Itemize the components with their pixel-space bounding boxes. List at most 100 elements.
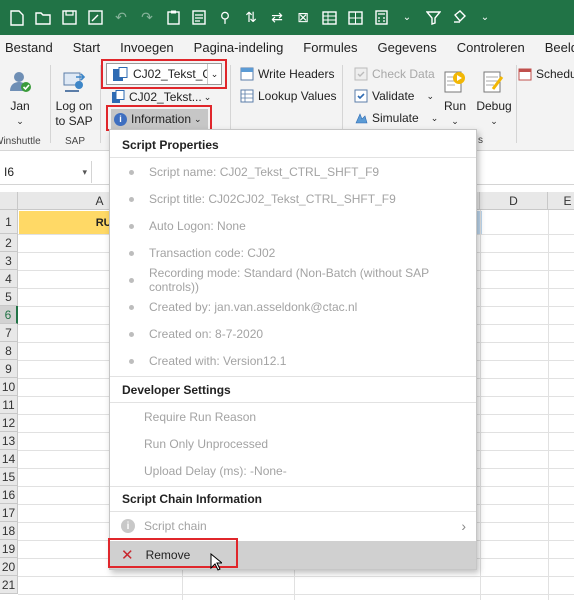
- select-all-corner[interactable]: [0, 192, 18, 210]
- lookup-values-icon: [240, 89, 254, 103]
- mouse-cursor-icon: [210, 553, 222, 571]
- highlight-script-combo: [101, 59, 227, 89]
- open-file-icon[interactable]: [32, 7, 54, 29]
- script-properties-heading: Script Properties: [122, 138, 219, 152]
- new-file-icon[interactable]: [6, 7, 28, 29]
- tab-formules[interactable]: Formules: [293, 40, 367, 55]
- funnel-icon[interactable]: [422, 7, 444, 29]
- row-header[interactable]: 5: [0, 288, 18, 306]
- row-header[interactable]: 4: [0, 270, 18, 288]
- tab-invoegen[interactable]: Invoegen: [110, 40, 184, 55]
- validate-icon: [354, 89, 368, 103]
- tab-pagina-indeling[interactable]: Pagina-indeling: [184, 40, 294, 55]
- require-run-reason-item[interactable]: Require Run Reason: [110, 404, 476, 430]
- run-only-unprocessed-item[interactable]: Run Only Unprocessed: [110, 431, 476, 457]
- logon-label-line1: Log on: [55, 99, 93, 113]
- row-header[interactable]: 21: [0, 576, 18, 594]
- grid-icon[interactable]: [344, 7, 366, 29]
- script-select-label: CJ02_Tekst...: [129, 90, 202, 104]
- bullet-icon: [129, 169, 134, 175]
- table-icon[interactable]: [318, 7, 340, 29]
- bullet-icon: [129, 277, 134, 283]
- row-header[interactable]: 8: [0, 342, 18, 360]
- row-header[interactable]: 15: [0, 468, 18, 486]
- row-header[interactable]: 9: [0, 360, 18, 378]
- logon-to-sap-button[interactable]: Log on to SAP: [53, 69, 95, 129]
- validate-button[interactable]: Validate ⌄: [354, 87, 434, 105]
- user-label: Jan: [10, 99, 30, 113]
- row-header[interactable]: 1: [0, 210, 18, 234]
- bullet-icon: [129, 196, 134, 202]
- tab-bestand[interactable]: Bestand: [0, 40, 63, 55]
- row-header[interactable]: 12: [0, 414, 18, 432]
- property-recording-mode: Recording mode: Standard (Non-Batch (wit…: [110, 266, 476, 294]
- preview-icon[interactable]: [188, 7, 210, 29]
- group-label-sap: SAP: [65, 136, 86, 147]
- tab-gegevens[interactable]: Gegevens: [367, 40, 446, 55]
- simulate-label: Simulate: [372, 111, 419, 125]
- row-header[interactable]: 20: [0, 558, 18, 576]
- script-chain-heading: Script Chain Information: [122, 492, 263, 506]
- row-header[interactable]: 2: [0, 234, 18, 252]
- property-created-by: Created by: jan.van.asseldonk@ctac.nl: [110, 294, 476, 320]
- row-header[interactable]: 10: [0, 378, 18, 396]
- schedule-button[interactable]: Schedul: [518, 65, 574, 83]
- write-headers-button[interactable]: Write Headers: [240, 65, 334, 83]
- sort-icon[interactable]: ⇅: [240, 7, 262, 29]
- row-header[interactable]: 19: [0, 540, 18, 558]
- upload-delay-item[interactable]: Upload Delay (ms): -None-: [110, 458, 476, 484]
- calculator-icon[interactable]: [370, 7, 392, 29]
- edit-icon[interactable]: [84, 7, 106, 29]
- script-file-icon: [112, 90, 125, 103]
- row-header[interactable]: 14: [0, 450, 18, 468]
- column-header-d[interactable]: D: [480, 192, 548, 210]
- row-header[interactable]: 13: [0, 432, 18, 450]
- chevron-down-icon[interactable]: ▾: [82, 167, 87, 178]
- chevron-down-icon: ⌄: [451, 116, 459, 126]
- row-header[interactable]: 3: [0, 252, 18, 270]
- property-transaction-code: Transaction code: CJ02: [110, 240, 476, 266]
- chevron-down-icon: ⌄: [16, 116, 24, 126]
- run-button[interactable]: Run ⌄: [440, 69, 470, 129]
- tab-beeld[interactable]: Beeld: [535, 40, 574, 55]
- undo-icon[interactable]: ↶: [110, 7, 132, 29]
- name-box[interactable]: I6 ▾: [0, 161, 92, 183]
- menu-divider: [110, 511, 476, 512]
- property-text: Created on: 8-7-2020: [149, 327, 264, 341]
- chevron-down-icon[interactable]: ⌄: [474, 7, 496, 29]
- debug-icon: [483, 71, 504, 93]
- row-header[interactable]: 18: [0, 522, 18, 540]
- schedule-label: Schedul: [536, 67, 574, 81]
- info-icon: i: [121, 519, 135, 533]
- user-icon: [10, 72, 31, 92]
- row-header[interactable]: 11: [0, 396, 18, 414]
- more-icon[interactable]: ⊠: [292, 7, 314, 29]
- redo-icon[interactable]: ↷: [136, 7, 158, 29]
- property-auto-logon: Auto Logon: None: [110, 213, 476, 239]
- property-text: Created by: jan.van.asseldonk@ctac.nl: [149, 300, 358, 314]
- bucket-icon[interactable]: [448, 7, 470, 29]
- filter-icon[interactable]: ⇄: [266, 7, 288, 29]
- debug-button[interactable]: Debug ⌄: [476, 69, 512, 129]
- paste-icon[interactable]: [162, 7, 184, 29]
- tab-controleren[interactable]: Controleren: [447, 40, 535, 55]
- user-button[interactable]: Jan ⌄: [6, 69, 34, 129]
- format-painter-icon[interactable]: ⚲: [214, 7, 236, 29]
- property-script-name: Script name: CJ02_Tekst_CTRL_SHFT_F9: [110, 159, 476, 185]
- row-header[interactable]: 7: [0, 324, 18, 342]
- script-select-button[interactable]: CJ02_Tekst... ⌄: [111, 88, 211, 106]
- row-header[interactable]: 17: [0, 504, 18, 522]
- script-chain-item[interactable]: i Script chain ›: [110, 513, 476, 539]
- lookup-values-button[interactable]: Lookup Values: [240, 87, 337, 105]
- tab-start[interactable]: Start: [63, 40, 110, 55]
- run-icon: [444, 71, 465, 93]
- group-label-winshuttle: Winshuttle: [0, 136, 41, 147]
- column-header-e[interactable]: E: [548, 192, 574, 210]
- save-icon[interactable]: [58, 7, 80, 29]
- row-header[interactable]: 16: [0, 486, 18, 504]
- check-data-button[interactable]: Check Data: [354, 65, 435, 83]
- row-header[interactable]: 6: [0, 306, 18, 324]
- chevron-down-icon[interactable]: ⌄: [396, 7, 418, 29]
- simulate-button[interactable]: Simulate ⌄: [354, 109, 438, 127]
- menu-divider: [110, 376, 476, 377]
